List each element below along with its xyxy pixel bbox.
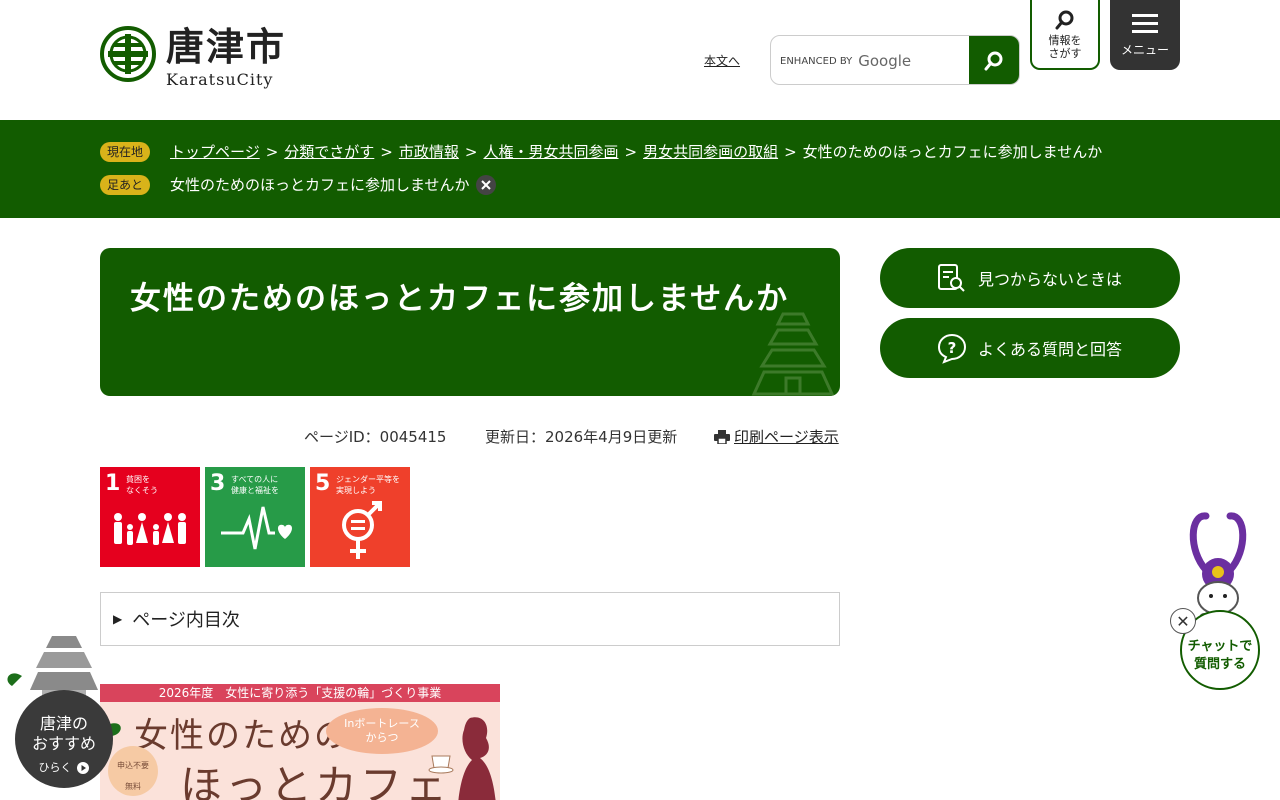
breadcrumb-separator: > xyxy=(380,142,393,161)
site-header: 唐津市 KaratsuCity 本文へ ENHANCED BY Google 情… xyxy=(0,0,1280,120)
question-bubble-icon: ? xyxy=(937,333,967,364)
not-found-help-button[interactable]: 見つからないときは xyxy=(880,248,1180,308)
search-icon xyxy=(1055,10,1074,29)
close-icon xyxy=(480,179,491,190)
breadcrumb-band: 現在地 トップページ > 分類でさがす > 市政情報 > 人権・男女共同参画 >… xyxy=(0,120,1280,218)
sdg-goal-1-icon: 1 貧困を なくそう xyxy=(100,467,200,567)
logo-title: 唐津市 xyxy=(166,25,287,69)
print-page-link[interactable]: 印刷ページ表示 xyxy=(714,426,839,447)
updated-date: 更新日：2026年4月9日更新 xyxy=(485,428,678,446)
heartbeat-icon xyxy=(221,506,292,550)
coffee-cup-icon xyxy=(428,755,454,774)
history-trail: 足あと 女性のためのほっとカフェに参加しませんか xyxy=(100,174,496,195)
menu-label: メニュー xyxy=(1120,42,1169,57)
page-toc-toggle[interactable]: ▶ ページ内目次 xyxy=(100,592,840,646)
breadcrumb-link-category[interactable]: 分類でさがす xyxy=(284,141,374,162)
recommend-circle[interactable]: 唐津の おすすめ ひらく xyxy=(15,690,113,788)
breadcrumb: 現在地 トップページ > 分類でさがす > 市政情報 > 人権・男女共同参画 >… xyxy=(100,141,1102,162)
find-info-button[interactable]: 情報を さがす xyxy=(1030,0,1100,70)
recommend-widget[interactable]: 唐津の おすすめ ひらく xyxy=(0,620,140,800)
breadcrumb-link-human-rights[interactable]: 人権・男女共同参画 xyxy=(483,141,618,162)
search-placeholder-prefix: ENHANCED BY xyxy=(780,55,853,67)
recommend-open: ひらく xyxy=(15,758,113,778)
hamburger-icon xyxy=(1132,13,1158,33)
breadcrumb-link-top[interactable]: トップページ xyxy=(170,141,260,162)
chat-widget[interactable]: チャットで 質問する ✕ xyxy=(1168,510,1268,695)
breadcrumb-separator: > xyxy=(784,142,797,161)
close-icon: ✕ xyxy=(1176,611,1190,631)
city-emblem-icon xyxy=(100,26,156,82)
sdg-goal-3-icon: 3 すべての人に 健康と福祉を xyxy=(205,467,305,567)
sdg-goal-5-icon: 5 ジェンダー平等を 実現しよう xyxy=(310,467,410,567)
page-title-box: 女性のためのほっとカフェに参加しませんか xyxy=(100,248,840,396)
history-item[interactable]: 女性のためのほっとカフェに参加しませんか xyxy=(170,174,470,195)
search-placeholder: ENHANCED BY Google xyxy=(780,52,911,70)
banner-venue-bubble: Inボートレース からつ xyxy=(326,708,438,754)
breadcrumb-link-equality[interactable]: 男女共同参画の取組 xyxy=(643,141,778,162)
castle-decoration-icon xyxy=(751,312,835,396)
breadcrumb-separator: > xyxy=(464,142,478,161)
print-page-label: 印刷ページ表示 xyxy=(734,428,839,446)
svg-text:?: ? xyxy=(948,339,957,357)
site-logo[interactable]: 唐津市 KaratsuCity xyxy=(100,26,286,89)
search-icon xyxy=(984,51,1003,71)
not-found-help-label: 見つからないときは xyxy=(978,270,1123,289)
banner-title-line1: 女性のための xyxy=(134,716,350,756)
menu-button[interactable]: メニュー xyxy=(1110,0,1180,70)
document-search-icon xyxy=(938,264,965,292)
breadcrumb-separator: > xyxy=(624,142,638,161)
faq-label: よくある質問と回答 xyxy=(978,340,1123,359)
chat-label: チャットで 質問する xyxy=(1187,639,1253,672)
site-search: ENHANCED BY Google xyxy=(770,35,1020,85)
gender-equality-icon xyxy=(342,501,382,559)
hot-cafe-banner: 2026年度 女性に寄り添う「支援の輪」づくり事業 女性のための ほっとカフェ … xyxy=(100,684,500,800)
faq-button[interactable]: ? よくある質問と回答 xyxy=(880,318,1180,378)
search-placeholder-brand: Google xyxy=(858,52,912,70)
recommend-label: 唐津の おすすめ xyxy=(31,714,96,753)
logo-subtitle: KaratsuCity xyxy=(166,70,274,89)
page-id: ページID：0045415 xyxy=(304,428,447,446)
family-icon xyxy=(114,513,186,545)
banner-title-line2: ほっとカフェ xyxy=(180,761,451,800)
breadcrumb-current: 女性のためのほっとカフェに参加しませんか xyxy=(802,143,1103,161)
search-button[interactable] xyxy=(969,36,1019,84)
banner-headline: 2026年度 女性に寄り添う「支援の輪」づくり事業 xyxy=(100,684,500,702)
history-tag: 足あと xyxy=(100,174,150,195)
skip-to-content-link[interactable]: 本文へ xyxy=(704,52,740,69)
page-toc-label: ページ内目次 xyxy=(132,610,240,631)
find-info-label: 情報を さがす xyxy=(1048,33,1082,60)
printer-icon xyxy=(714,429,730,444)
breadcrumb-link-city-info[interactable]: 市政情報 xyxy=(399,141,459,162)
current-location-tag: 現在地 xyxy=(100,141,150,162)
breadcrumb-separator: > xyxy=(265,142,279,161)
page-title: 女性のためのほっとカフェに参加しませんか xyxy=(130,281,790,317)
recommend-open-label: ひらく xyxy=(38,761,72,774)
chat-close-button[interactable]: ✕ xyxy=(1170,608,1196,634)
history-remove-button[interactable] xyxy=(475,174,496,195)
play-circle-icon xyxy=(76,762,89,774)
